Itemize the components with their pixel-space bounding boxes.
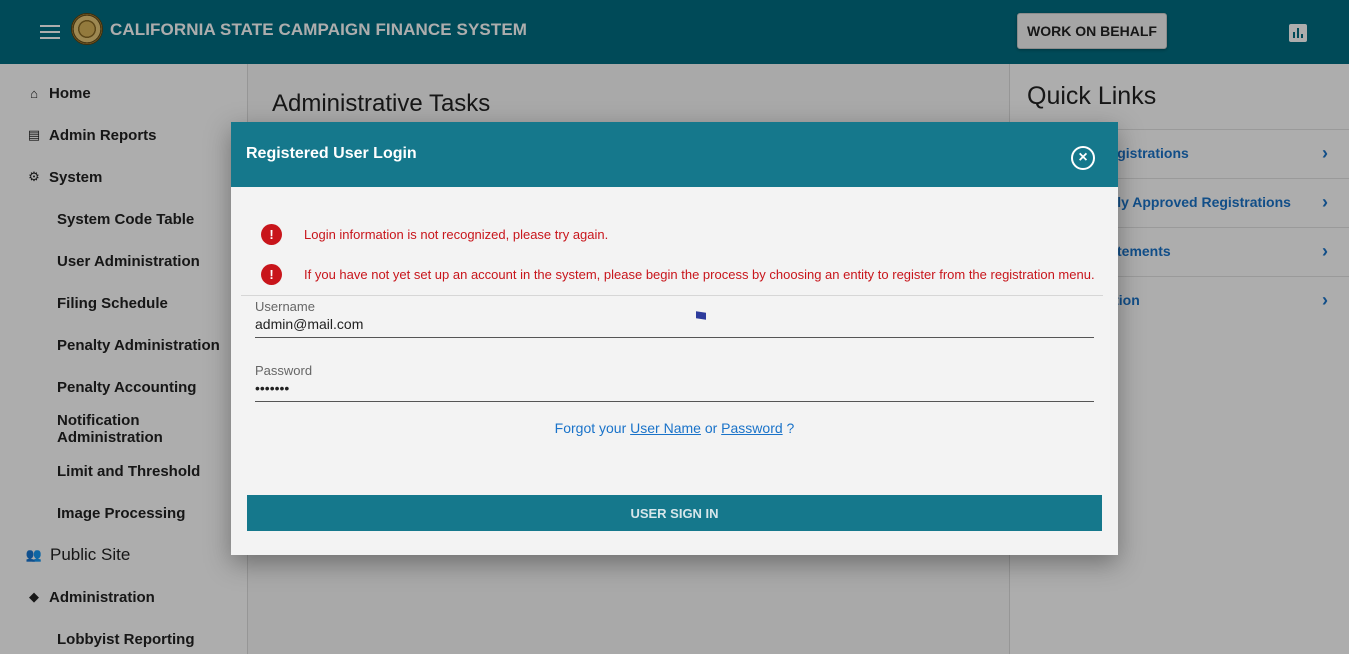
forgot-prefix: Forgot your (554, 420, 627, 436)
error-message: ! If you have not yet set up an account … (261, 264, 1095, 285)
forgot-credentials: Forgot your User Name or Password ? (231, 420, 1118, 436)
login-dialog: Registered User Login × ! Login informat… (231, 122, 1118, 555)
password-input[interactable]: ••••••• (255, 380, 1094, 402)
forgot-suffix: ? (786, 420, 795, 436)
divider (241, 295, 1103, 296)
error-icon: ! (261, 224, 282, 245)
forgot-or: or (704, 420, 718, 436)
forgot-username-link[interactable]: User Name (630, 420, 701, 436)
username-input[interactable]: admin@mail.com (255, 316, 1094, 338)
mouse-cursor (696, 311, 706, 320)
error-text: Login information is not recognized, ple… (304, 227, 609, 242)
password-field[interactable]: Password ••••••• (255, 363, 1094, 402)
dialog-title: Registered User Login (246, 145, 417, 162)
close-icon[interactable]: × (1071, 146, 1095, 170)
error-message: ! Login information is not recognized, p… (261, 224, 608, 245)
error-text: If you have not yet set up an account in… (304, 267, 1095, 282)
password-label: Password (255, 363, 313, 378)
dialog-header: Registered User Login × (231, 122, 1118, 187)
username-label: Username (255, 299, 315, 314)
forgot-password-link[interactable]: Password (721, 420, 782, 436)
error-icon: ! (261, 264, 282, 285)
user-sign-in-button[interactable]: USER SIGN IN (247, 495, 1102, 531)
username-field[interactable]: Username admin@mail.com (255, 299, 1094, 338)
